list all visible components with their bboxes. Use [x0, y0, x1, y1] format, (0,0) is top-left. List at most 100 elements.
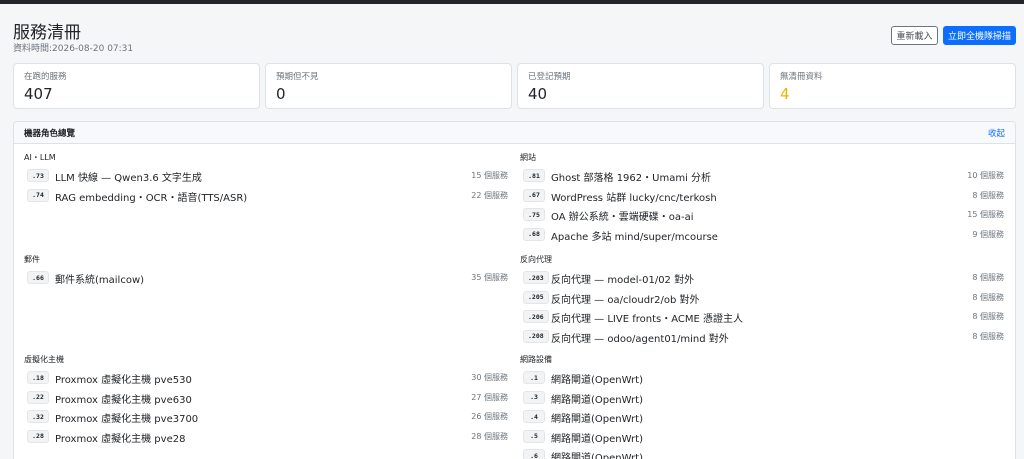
role-group: AI・LLM .73 LLM 快線 — Qwen3.6 文字生成 15 個服務 .74 R…	[24, 152, 508, 205]
stat-label: 無清冊資料	[780, 72, 823, 82]
machine-row[interactable]: .67 WordPress 站群 lucky/cnc/terkosh 8 個服務	[520, 186, 1004, 206]
host-tag-badge: .1	[523, 371, 545, 384]
machine-name: Proxmox 虛擬化主機 pve630	[55, 394, 192, 406]
role-group-title: 網路設備	[520, 355, 552, 364]
machine-name: 反向代理 — model-01/02 對外	[551, 275, 695, 286]
service-count: 28 個服務	[471, 431, 508, 441]
stat-value: 407	[24, 85, 53, 103]
host-tag-badge: .81	[523, 169, 545, 182]
machine-name: Proxmox 虛擬化主機 pve28	[55, 433, 186, 445]
fleet-scan-button[interactable]: 立即全機隊掃描	[943, 26, 1016, 45]
host-tag-badge: .3	[523, 390, 545, 404]
host-tag-badge: .28	[27, 429, 49, 443]
machine-name: Apache 多站 mind/super/mcourse	[551, 231, 718, 243]
page-title: 服務清冊	[13, 23, 81, 43]
machine-row[interactable]: .68 Apache 多站 mind/super/mcourse 9 個服務	[520, 225, 1004, 245]
machine-name: 反向代理 — odoo/agent01/mind 對外	[551, 333, 729, 345]
machine-name: 反向代理 — oa/cloudr2/ob 對外	[551, 294, 700, 306]
host-tag-badge: .73	[27, 169, 49, 182]
machine-row[interactable]: .73 LLM 快線 — Qwen3.6 文字生成 15 個服務	[24, 166, 508, 186]
service-count: 8 個服務	[972, 312, 1004, 321]
machine-name: WordPress 站群 lucky/cnc/terkosh	[551, 192, 717, 204]
stat-label: 預期但不見	[276, 72, 319, 82]
host-tag-badge: .32	[27, 410, 49, 423]
service-count: 22 個服務	[471, 190, 508, 200]
machine-name: 郵件系統(mailcow)	[55, 275, 145, 286]
machine-row[interactable]: .4 網路閘道(OpenWrt)	[520, 407, 1004, 427]
machine-row[interactable]: .22 Proxmox 虛擬化主機 pve630 27 個服務	[24, 388, 508, 408]
machine-row[interactable]: .1 網路閘道(OpenWrt)	[520, 368, 1004, 388]
service-count: 9 個服務	[972, 229, 1004, 239]
machine-row[interactable]: .6 網路閘道(OpenWrt)	[520, 446, 1004, 459]
machine-name: 反向代理 — LIVE fronts・ACME 憑證主人	[551, 314, 743, 325]
machine-row[interactable]: .32 Proxmox 虛擬化主機 pve3700 26 個服務	[24, 407, 508, 427]
machine-row[interactable]: .205 反向代理 — oa/cloudr2/ob 對外 8 個服務	[520, 288, 1004, 308]
host-tag-badge: .22	[27, 390, 49, 404]
service-count: 27 個服務	[471, 392, 508, 402]
stat-value: 0	[276, 85, 286, 103]
host-tag-badge: .67	[523, 188, 545, 202]
stat-card-registered: 已登記預期 40	[517, 63, 764, 109]
machine-name: Proxmox 虛擬化主機 pve3700	[55, 414, 199, 425]
machine-name: OA 辦公系統・雲端硬碟・oa-ai	[551, 212, 694, 223]
top-bar	[0, 0, 1024, 4]
stat-card-missing: 預期但不見 0	[265, 63, 512, 109]
role-group-title: 網站	[520, 153, 536, 162]
machine-row[interactable]: .74 RAG embedding・OCR・語音(TTS/ASR) 22 個服務	[24, 186, 508, 206]
stat-card-no-inventory: 無清冊資料 4	[769, 63, 1016, 109]
service-count: 10 個服務	[967, 171, 1004, 180]
host-tag-badge: .6	[523, 449, 545, 459]
machine-row[interactable]: .18 Proxmox 虛擬化主機 pve530 30 個服務	[24, 368, 508, 388]
machine-row[interactable]: .206 反向代理 — LIVE fronts・ACME 憑證主人 8 個服務	[520, 307, 1004, 327]
machine-row[interactable]: .208 反向代理 — odoo/agent01/mind 對外 8 個服務	[520, 327, 1004, 347]
host-tag-badge: .66	[27, 271, 49, 284]
panel-title: 機器角色總覽	[24, 129, 76, 139]
machine-name: 網路閘道(OpenWrt)	[551, 375, 643, 386]
service-count: 8 個服務	[972, 273, 1004, 282]
host-tag-badge: .208	[523, 329, 549, 343]
host-tag-badge: .5	[523, 429, 545, 443]
machine-row[interactable]: .28 Proxmox 虛擬化主機 pve28 28 個服務	[24, 427, 508, 447]
service-count: 8 個服務	[972, 331, 1004, 341]
machine-name: 網路閘道(OpenWrt)	[551, 394, 643, 406]
machine-row[interactable]: .81 Ghost 部落格 1962・Umami 分析 10 個服務	[520, 166, 1004, 186]
service-count: 8 個服務	[972, 292, 1004, 302]
machine-row[interactable]: .3 網路閘道(OpenWrt)	[520, 388, 1004, 408]
host-tag-badge: .68	[523, 227, 545, 241]
role-group: 反向代理 .203 反向代理 — model-01/02 對外 8 個服務 .205 反向…	[520, 254, 1004, 346]
role-group-title: 反向代理	[520, 255, 552, 264]
machine-name: 網路閘道(OpenWrt)	[551, 453, 643, 459]
service-count: 8 個服務	[972, 190, 1004, 200]
role-group: 郵件 .66 郵件系統(mailcow) 35 個服務	[24, 254, 508, 288]
role-group: 虛擬化主機 .18 Proxmox 虛擬化主機 pve530 30 個服務 .22 Pro…	[24, 354, 508, 446]
reload-button[interactable]: 重新載入	[891, 26, 938, 45]
role-group-title: AI・LLM	[24, 153, 56, 162]
machine-row[interactable]: .75 OA 辦公系統・雲端硬碟・oa-ai 15 個服務	[520, 205, 1004, 225]
service-count: 30 個服務	[471, 373, 508, 382]
host-tag-badge: .74	[27, 188, 49, 202]
service-count: 35 個服務	[471, 273, 508, 282]
role-group: 網路設備 .1 網路閘道(OpenWrt) .3 網路閘道(OpenWrt) .4 網路閘道…	[520, 354, 1004, 459]
stat-value: 40	[528, 85, 548, 103]
machine-row[interactable]: .66 郵件系統(mailcow) 35 個服務	[24, 268, 508, 288]
stat-card-running: 在跑的服務 407	[13, 63, 260, 109]
role-group: 網站 .81 Ghost 部落格 1962・Umami 分析 10 個服務 .67 Wor…	[520, 152, 1004, 244]
machine-roles-panel: 機器角色總覽 收起 AI・LLM .73 LLM 快線 — Qwen3.6 文字生成…	[13, 121, 1016, 459]
role-group-title: 郵件	[24, 255, 40, 264]
role-group-title: 虛擬化主機	[24, 355, 64, 364]
machine-name: 網路閘道(OpenWrt)	[551, 433, 643, 445]
stat-value: 4	[780, 85, 790, 103]
host-tag-badge: .4	[523, 410, 545, 423]
host-tag-badge: .203	[523, 271, 549, 284]
panel-header: 機器角色總覽 收起	[14, 122, 1015, 144]
service-count: 15 個服務	[967, 210, 1004, 219]
collapse-link[interactable]: 收起	[988, 127, 1005, 139]
machine-row[interactable]: .203 反向代理 — model-01/02 對外 8 個服務	[520, 268, 1004, 288]
stat-label: 在跑的服務	[24, 72, 67, 82]
host-tag-badge: .18	[27, 371, 49, 384]
machine-name: 網路閘道(OpenWrt)	[551, 414, 643, 425]
stat-label: 已登記預期	[528, 72, 571, 82]
machine-name: Ghost 部落格 1962・Umami 分析	[551, 173, 712, 184]
machine-row[interactable]: .5 網路閘道(OpenWrt)	[520, 427, 1004, 447]
machine-name: LLM 快線 — Qwen3.6 文字生成	[55, 173, 202, 184]
